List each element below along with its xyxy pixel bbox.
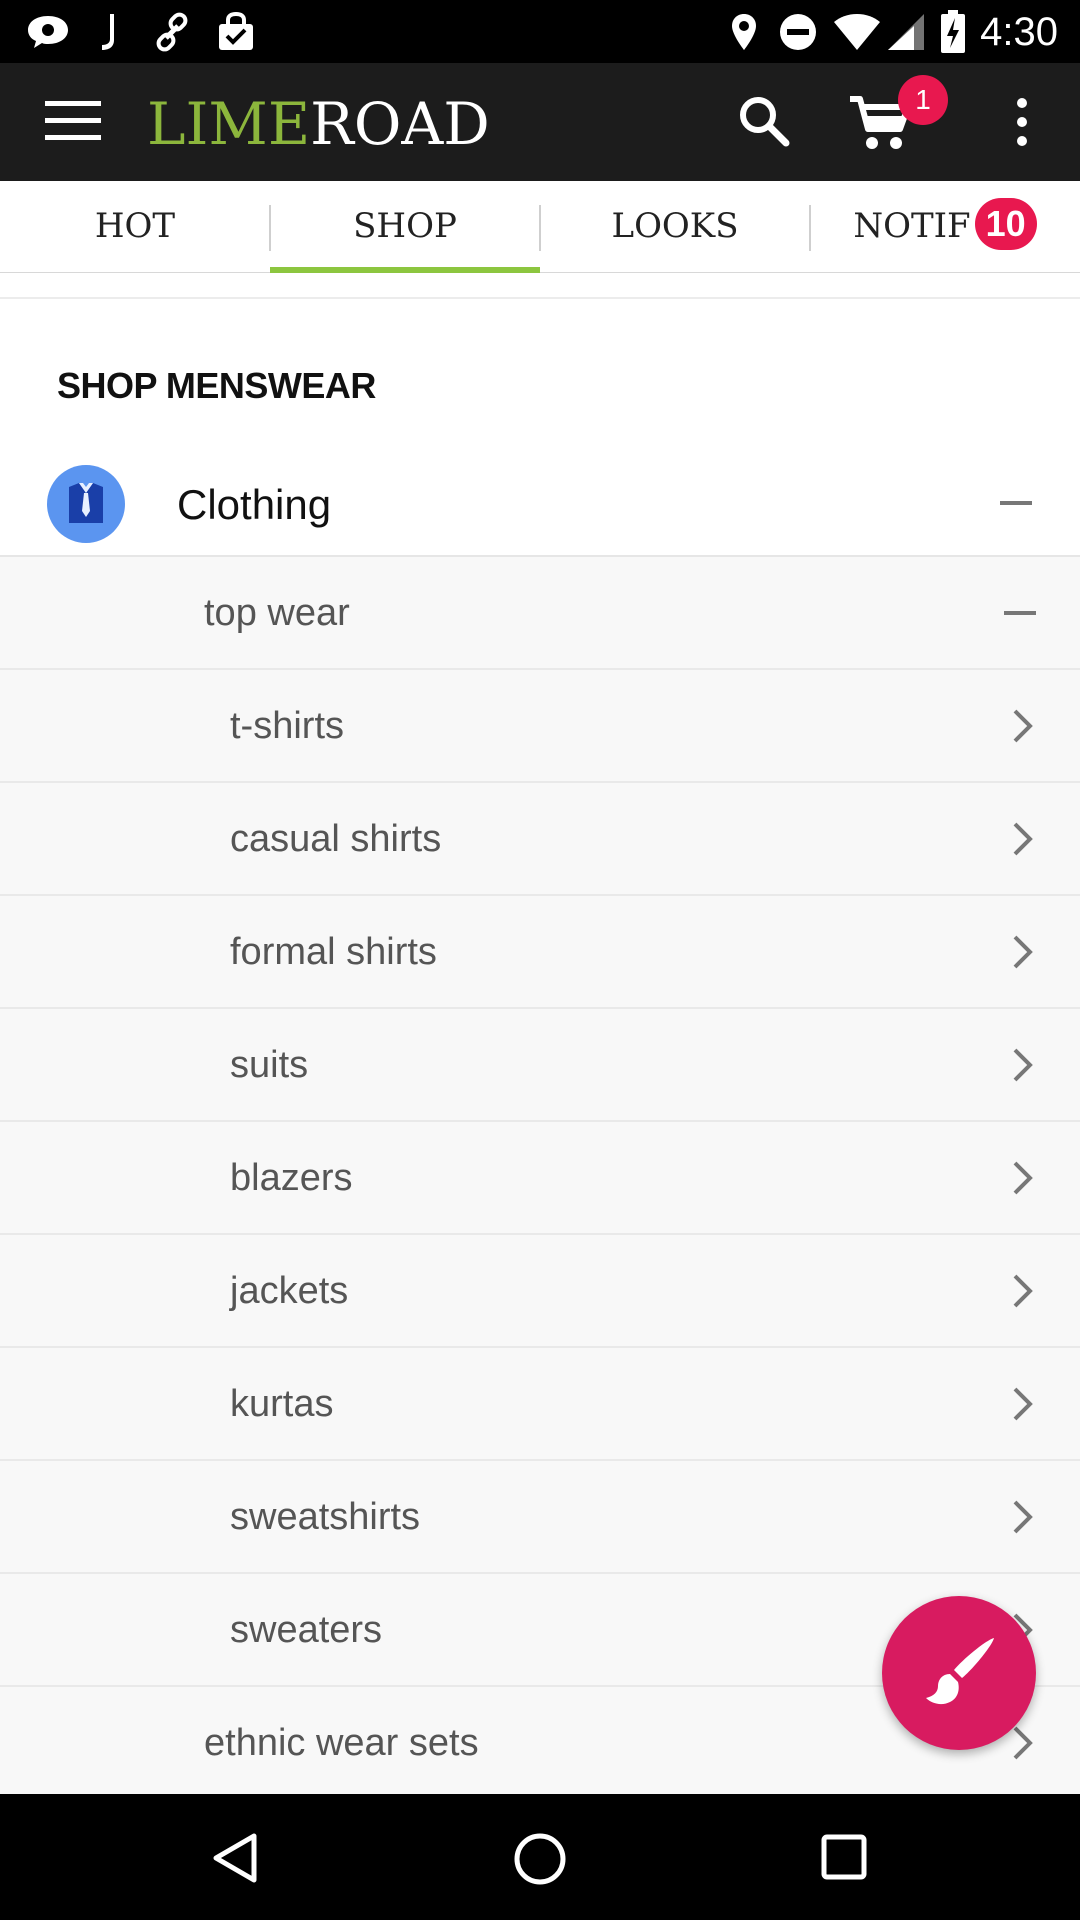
subcategory-row-top-wear[interactable]: top wear: [0, 557, 1080, 670]
chevron-right-icon: [1013, 1387, 1033, 1421]
list-item[interactable]: suits: [0, 1009, 1080, 1122]
logo-road: ROAD: [310, 90, 490, 158]
create-look-fab[interactable]: [882, 1596, 1036, 1750]
tab-shop[interactable]: SHOP: [270, 181, 540, 273]
list-item[interactable]: casual shirts: [0, 783, 1080, 896]
subcategory-label: top wear: [204, 592, 350, 634]
link-app-icon: [156, 12, 188, 52]
chevron-right-icon: [1013, 1048, 1033, 1082]
chevron-right-icon: [1013, 1274, 1033, 1308]
shopping-bag-icon: [219, 12, 253, 50]
list-item-label: t-shirts: [230, 705, 344, 747]
list-item-label: blazers: [230, 1157, 353, 1199]
cart-count-badge: 1: [898, 75, 948, 125]
chevron-right-icon: [1013, 822, 1033, 856]
collapse-icon[interactable]: [1000, 501, 1032, 505]
list-item-label: sweaters: [230, 1609, 383, 1651]
list-item-label: kurtas: [230, 1383, 334, 1425]
list-item[interactable]: kurtas: [0, 1348, 1080, 1461]
category-row-clothing[interactable]: Clothing: [0, 453, 1080, 557]
more-vert-icon[interactable]: [1012, 97, 1032, 147]
category-label: Clothing: [177, 481, 332, 528]
tab-shop-label: SHOP: [353, 206, 457, 246]
chevron-right-icon: [1013, 1726, 1033, 1760]
divider: [0, 297, 1080, 299]
chat-icon: [28, 16, 68, 48]
status-bar: 4:30: [0, 0, 1080, 63]
list-item[interactable]: sweatshirts: [0, 1461, 1080, 1574]
menu-icon[interactable]: [45, 99, 101, 143]
tab-bar: HOT SHOP LOOKS NOTIF 10: [0, 181, 1080, 273]
clock: 4:30: [980, 10, 1058, 54]
chevron-right-icon: [1013, 1500, 1033, 1534]
j-app-icon: [102, 14, 114, 50]
tab-notif[interactable]: NOTIF 10: [810, 181, 1080, 273]
list-item[interactable]: formal shirts: [0, 896, 1080, 1009]
location-icon: [732, 14, 756, 50]
shirt-icon: [47, 465, 125, 543]
do-not-disturb-icon: [780, 14, 816, 50]
section-title: SHOP MENSWEAR: [57, 365, 376, 406]
wifi-icon: [834, 14, 880, 50]
tab-hot[interactable]: HOT: [0, 181, 270, 273]
tab-looks[interactable]: LOOKS: [540, 181, 810, 273]
limeroad-logo[interactable]: LIMEROAD: [147, 91, 490, 157]
back-icon[interactable]: [210, 1832, 260, 1884]
list-item-label: formal shirts: [230, 931, 437, 973]
collapse-icon[interactable]: [1004, 611, 1036, 615]
list-item[interactable]: jackets: [0, 1235, 1080, 1348]
tab-hot-label: HOT: [94, 206, 176, 246]
list-item[interactable]: t-shirts: [0, 670, 1080, 783]
recents-icon[interactable]: [821, 1834, 867, 1880]
signal-icon: [888, 14, 924, 50]
list-item-label: suits: [230, 1044, 309, 1086]
chevron-right-icon: [1013, 935, 1033, 969]
notif-count-badge: 10: [974, 198, 1037, 250]
subcategory-label: ethnic wear sets: [204, 1722, 479, 1764]
tab-notif-label: NOTIF: [853, 206, 971, 246]
battery-charging-icon: [941, 10, 965, 53]
list-item-label: sweatshirts: [230, 1496, 421, 1538]
tab-looks-label: LOOKS: [611, 206, 739, 246]
navigation-bar: [0, 1794, 1080, 1920]
chevron-right-icon: [1013, 709, 1033, 743]
list-item-label: casual shirts: [230, 818, 442, 860]
brush-icon: [926, 1638, 994, 1705]
list-item[interactable]: blazers: [0, 1122, 1080, 1235]
home-icon[interactable]: [513, 1832, 567, 1886]
search-icon[interactable]: [738, 95, 790, 147]
app-bar: LIMEROAD 1: [0, 63, 1080, 181]
logo-lime: LIME: [147, 90, 311, 158]
list-item-label: jackets: [230, 1270, 349, 1312]
chevron-right-icon: [1013, 1161, 1033, 1195]
shop-content[interactable]: SHOP MENSWEAR Clothing top wear t-shirts…: [0, 273, 1080, 1794]
